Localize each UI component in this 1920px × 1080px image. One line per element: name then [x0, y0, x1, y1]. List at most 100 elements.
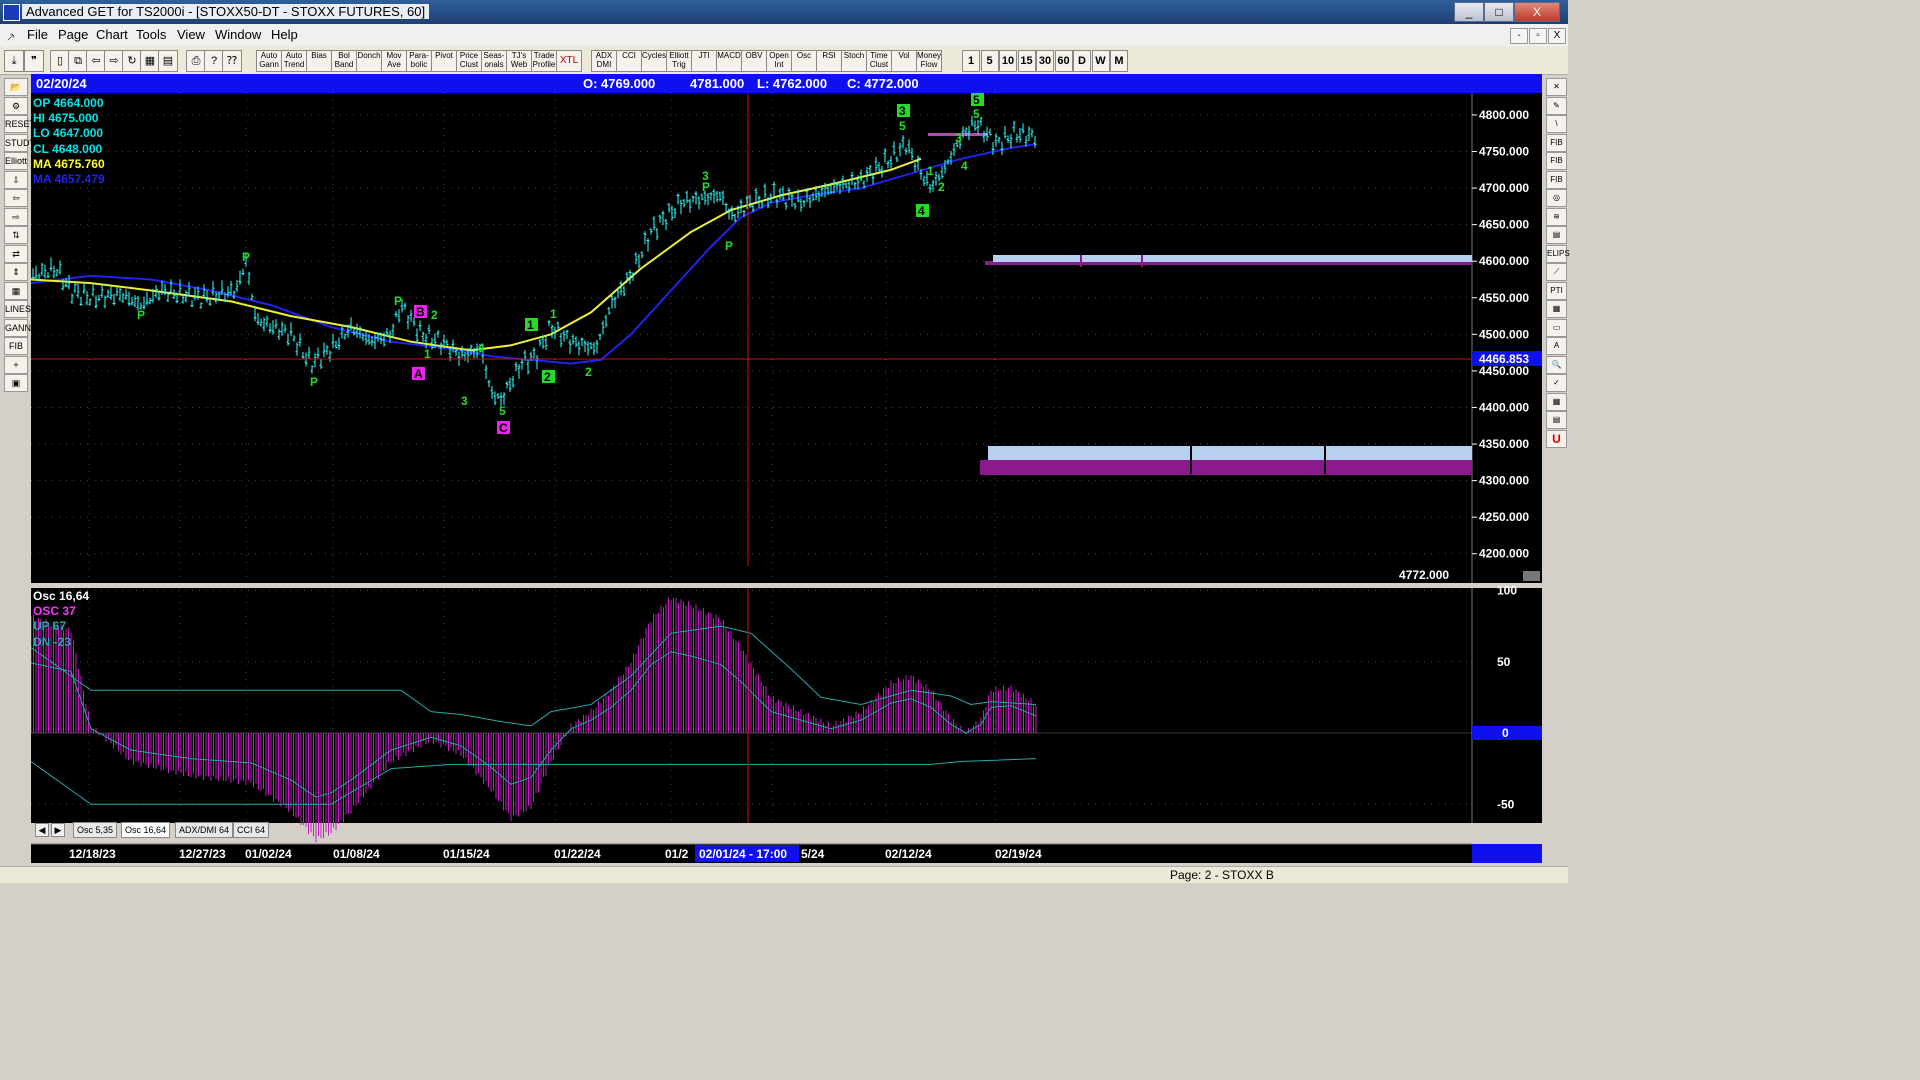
menu-file[interactable]: File [27, 27, 48, 42]
osc-tab-1[interactable]: Osc 16,64 [121, 822, 171, 838]
price-zone-7[interactable] [1324, 446, 1326, 474]
price-zone-2[interactable] [1080, 255, 1082, 267]
right-tool-0[interactable]: ✕ [1546, 78, 1567, 96]
study-button-elliott-trig[interactable]: Elliott Trig [666, 50, 692, 72]
study-button-cci[interactable]: CCI [616, 50, 642, 72]
menu-chart[interactable]: Chart [96, 27, 128, 42]
layout-icon[interactable]: ▤ [158, 50, 178, 72]
study-button-mov-ave[interactable]: Mov Ave [381, 50, 407, 72]
refresh-icon[interactable]: ↻ [122, 50, 142, 72]
period-button-d[interactable]: D [1073, 50, 1091, 72]
print-icon[interactable]: ⎙ [186, 50, 206, 72]
study-button-auto-trend[interactable]: Auto Trend [281, 50, 307, 72]
right-tool-19[interactable]: U [1546, 429, 1567, 448]
left-tool-6[interactable]: ⇦ [4, 189, 28, 207]
pin-icon[interactable]: ⤓ [4, 50, 24, 72]
right-tool-17[interactable]: ▦ [1546, 392, 1567, 411]
left-tool-13[interactable]: GANN [4, 318, 31, 337]
left-tool-5[interactable]: ⇩ [4, 170, 28, 189]
minimize-button[interactable]: _ [1454, 2, 1484, 22]
study-button-pivot[interactable]: Pivot [431, 50, 457, 72]
right-tool-5[interactable]: FIB TIME [1546, 170, 1567, 200]
study-button-time-clust[interactable]: Time Clust [866, 50, 892, 72]
right-tool-8[interactable]: ▤ [1546, 226, 1567, 244]
new-page-icon[interactable]: ▯ [50, 50, 70, 72]
osc-tab-0[interactable]: Osc 5,35 [73, 822, 118, 838]
tab-scroll-left-button[interactable]: ◀ [35, 823, 49, 837]
study-button-seas-onals[interactable]: Seas-onals [481, 50, 507, 72]
study-button-xtl[interactable]: XTL [556, 50, 582, 72]
period-button-30[interactable]: 30 [1036, 50, 1054, 72]
period-button-m[interactable]: M [1110, 50, 1128, 72]
right-tool-1[interactable]: ✎ [1546, 96, 1567, 115]
mdi-restore-button[interactable]: ▫ [1529, 28, 1547, 44]
study-button-adx-dmi[interactable]: ADX DMI [591, 50, 617, 72]
menu-window[interactable]: Window [215, 27, 261, 42]
right-tool-15[interactable]: 🔍 [1546, 355, 1567, 374]
menu-page[interactable]: Page [58, 27, 88, 42]
period-button-w[interactable]: W [1091, 50, 1110, 72]
left-tool-12[interactable]: LINES [4, 300, 31, 318]
price-zone-5[interactable] [980, 460, 1472, 475]
right-tool-4[interactable]: FIB EXT [1546, 152, 1567, 181]
study-button-jti[interactable]: JTI [691, 50, 717, 72]
left-tool-9[interactable]: ⇄ [4, 244, 28, 263]
study-button-auto-gann[interactable]: Auto Gann [256, 50, 282, 72]
left-tool-2[interactable]: RESET [4, 115, 35, 133]
left-tool-7[interactable]: ⇨ [4, 207, 28, 226]
study-button-cycles[interactable]: Cycles [641, 50, 667, 72]
menu-help[interactable]: Help [271, 27, 298, 42]
right-tool-7[interactable]: ≋ [1546, 207, 1567, 226]
menu-view[interactable]: View [177, 27, 205, 42]
forward-icon[interactable]: ⇨ [104, 50, 124, 72]
back-icon[interactable]: ⇦ [86, 50, 106, 72]
period-button-5[interactable]: 5 [980, 50, 999, 72]
mdi-minimize-button[interactable]: - [1510, 28, 1528, 44]
left-tool-10[interactable]: ⇕ [4, 263, 28, 281]
mdi-close-button[interactable]: X [1548, 28, 1566, 44]
left-tool-3[interactable]: STUDY [4, 133, 36, 152]
study-button-macd[interactable]: MACD [716, 50, 742, 72]
app-menu-icon[interactable]: ⸕ [6, 27, 16, 45]
left-tool-1[interactable]: ⚙ [4, 96, 28, 115]
period-button-10[interactable]: 10 [999, 50, 1017, 72]
right-tool-10[interactable]: ⟋ [1546, 263, 1567, 281]
study-button-vol[interactable]: Vol [891, 50, 917, 72]
study-button-trade-profile[interactable]: Trade Profile [531, 50, 557, 72]
study-button-rsi[interactable]: RSI [816, 50, 842, 72]
left-tool-11[interactable]: ▦ [4, 281, 28, 300]
left-tool-15[interactable]: + [4, 355, 28, 374]
period-button-1[interactable]: 1 [962, 50, 980, 72]
tab-scroll-right-button[interactable]: ▶ [51, 823, 65, 837]
study-button-para-bolic[interactable]: Para-bolic [406, 50, 432, 72]
osc-tab-2[interactable]: ADX/DMI 64 [175, 822, 234, 838]
price-zone-4[interactable] [988, 446, 1472, 460]
right-tool-18[interactable]: ▤ [1546, 411, 1567, 429]
quote-icon[interactable]: ❞ [24, 50, 44, 72]
price-zone-6[interactable] [1190, 446, 1192, 474]
close-button[interactable]: X [1514, 2, 1560, 22]
study-button-tj-s-web[interactable]: TJ's Web [506, 50, 532, 72]
maximize-button[interactable]: □ [1484, 2, 1514, 22]
chart-area[interactable]: 02/20/24 O: 4769.000 4781.000 L: 4762.00… [30, 74, 1542, 863]
context-help-icon[interactable]: ⁇ [222, 50, 242, 72]
price-zone-1[interactable] [993, 255, 1472, 262]
study-button-price-clust[interactable]: Price Clust [456, 50, 482, 72]
study-button-money-flow[interactable]: Money Flow [916, 50, 942, 72]
period-button-15[interactable]: 15 [1017, 50, 1036, 72]
study-button-obv[interactable]: OBV [741, 50, 767, 72]
left-tool-14[interactable]: FIB [4, 337, 28, 355]
left-tool-16[interactable]: ▣ [4, 374, 28, 392]
right-tool-6[interactable]: ◎ [1546, 189, 1567, 207]
right-tool-13[interactable]: ▭ [1546, 318, 1567, 337]
left-tool-8[interactable]: ⇅ [4, 226, 28, 244]
left-tool-0[interactable]: 📂 [4, 78, 28, 96]
study-button-bol-band[interactable]: Bol Band [331, 50, 357, 72]
right-tool-11[interactable]: PTI [1546, 281, 1567, 300]
grid-icon[interactable]: ▦ [140, 50, 160, 72]
help-icon[interactable]: ? [204, 50, 224, 72]
study-button-open-int[interactable]: Open Int [766, 50, 792, 72]
study-button-donch[interactable]: Donch [356, 50, 382, 72]
study-button-stoch[interactable]: Stoch [841, 50, 867, 72]
left-tool-4[interactable]: Elliott [4, 152, 28, 170]
